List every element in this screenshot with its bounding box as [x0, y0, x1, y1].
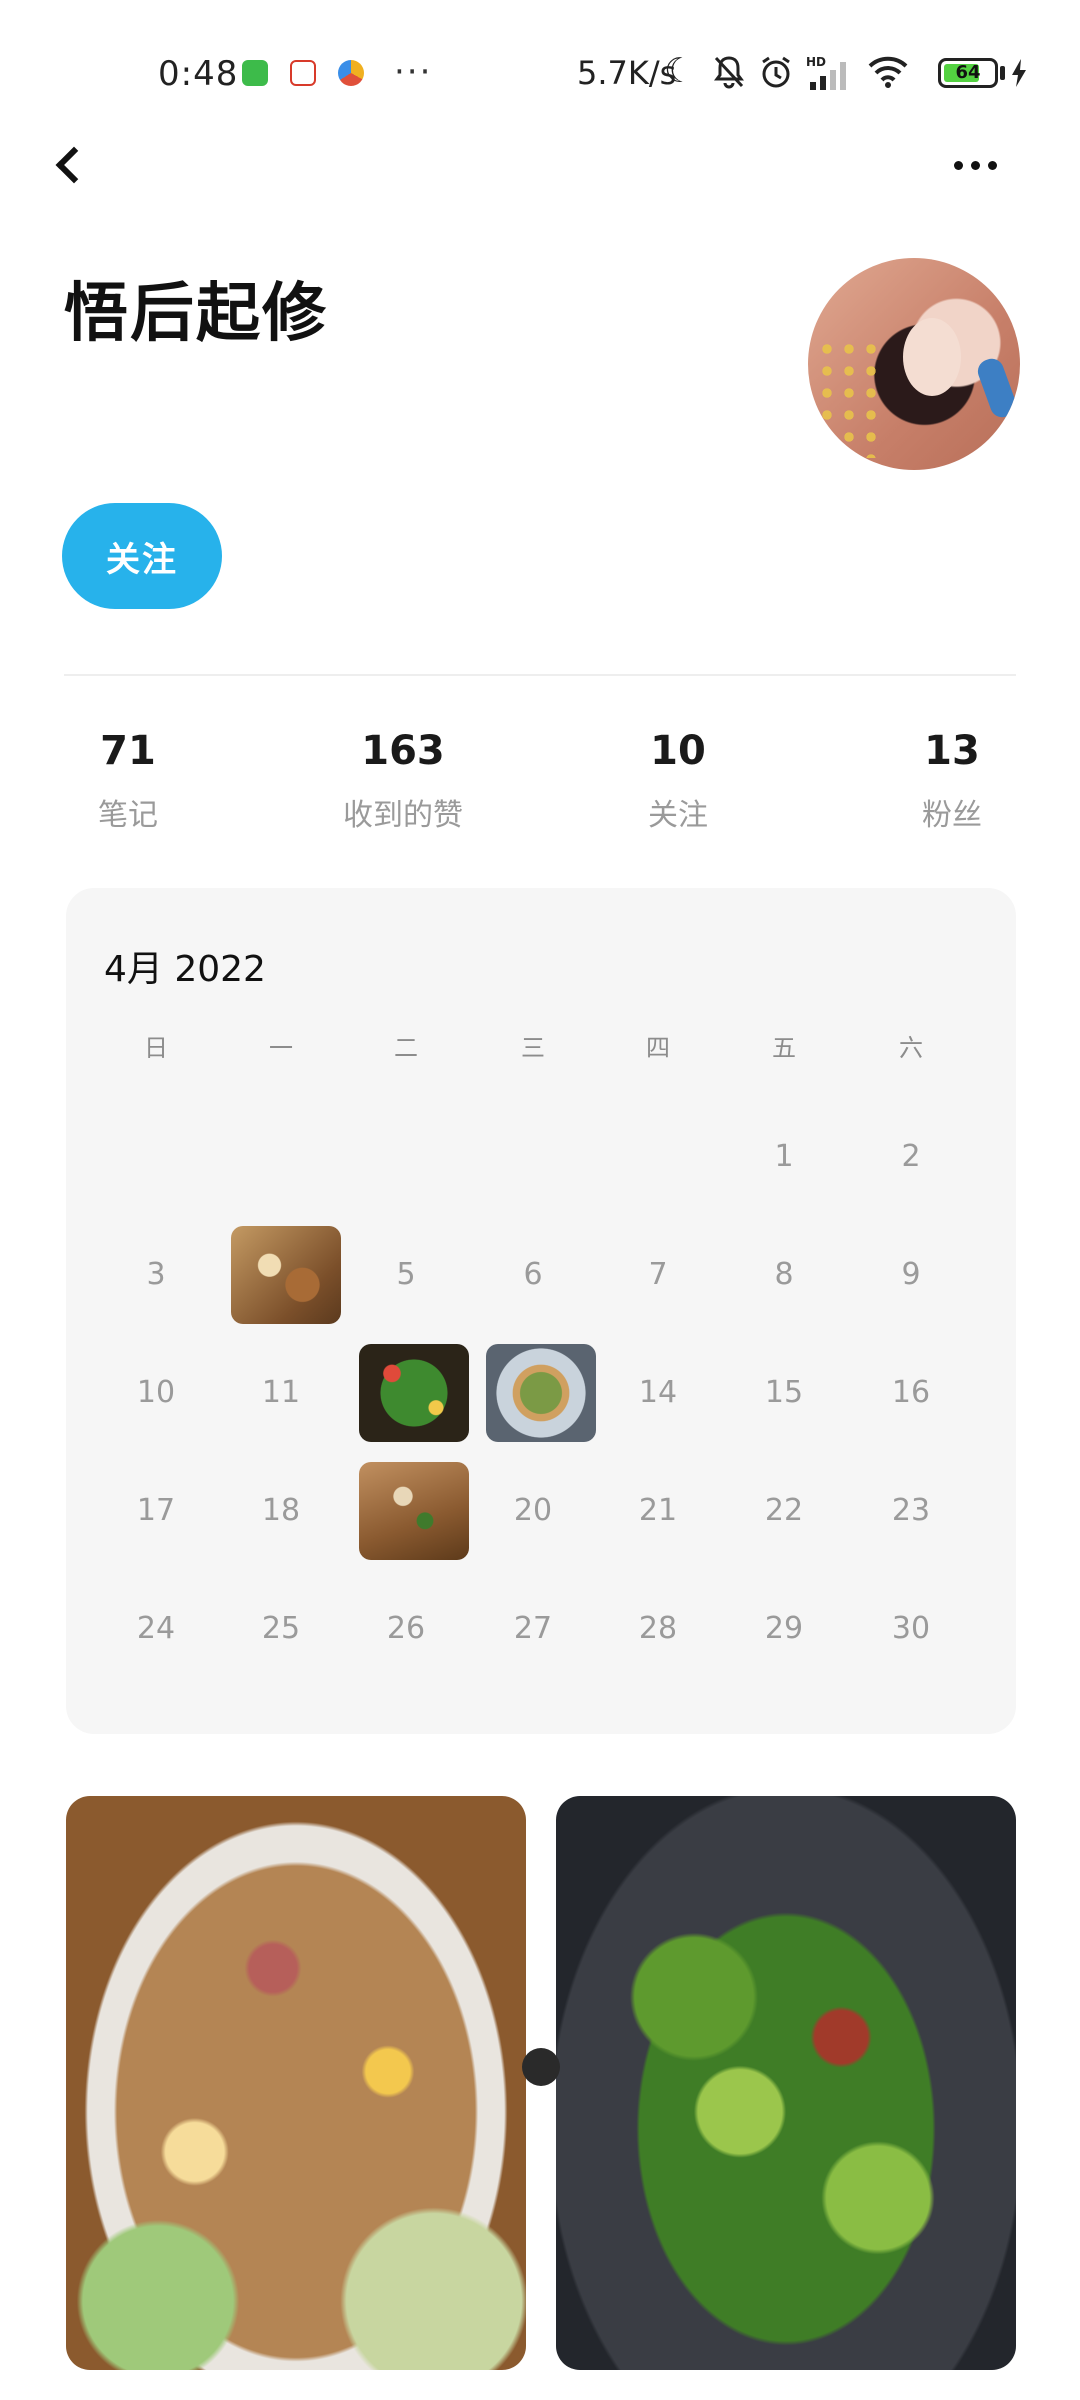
network-speed: 5.7K/s [577, 54, 677, 92]
calendar-day[interactable]: 24 [101, 1578, 211, 1678]
stat-following[interactable]: 10 关注 [578, 728, 778, 834]
calendar-day[interactable]: 16 [856, 1342, 966, 1442]
charging-icon [1010, 58, 1028, 94]
moon-icon: ☾ [664, 51, 695, 91]
stat-value: 13 [924, 728, 980, 774]
more-horizontal-icon [953, 160, 963, 170]
calendar-day[interactable]: 21 [603, 1460, 713, 1560]
battery-cap [1000, 66, 1005, 80]
calendar-day[interactable]: 20 [478, 1460, 588, 1560]
stat-label: 笔记 [98, 798, 158, 833]
stat-label: 关注 [648, 798, 708, 833]
stat-label: 粉丝 [922, 798, 982, 833]
calendar-day[interactable]: 25 [226, 1578, 336, 1678]
calendar-day[interactable]: 10 [101, 1342, 211, 1442]
stat-label: 收到的赞 [343, 798, 463, 833]
calendar-day[interactable]: 6 [478, 1224, 588, 1324]
bell-off-icon [712, 54, 746, 96]
profile-page: 0:48 ··· 5.7K/s ☾ HD 64 悟后起修 关注 71 笔记 16… [0, 0, 1080, 2400]
hd-label: HD [806, 55, 826, 69]
stat-followers[interactable]: 13 粉丝 [852, 728, 1052, 834]
more-notifications-icon: ··· [394, 52, 433, 92]
calendar-day[interactable]: 14 [603, 1342, 713, 1442]
calendar-day[interactable]: 27 [478, 1578, 588, 1678]
calendar-day[interactable]: 9 [856, 1224, 966, 1324]
calendar-day-photo[interactable] [359, 1344, 469, 1442]
calendar-weekday: 三 [521, 1034, 545, 1062]
calendar-day[interactable]: 8 [729, 1224, 839, 1324]
battery-level: 64 [955, 62, 981, 83]
stat-likes[interactable]: 163 收到的赞 [303, 728, 503, 834]
calendar-day[interactable]: 3 [101, 1224, 211, 1324]
calendar-day[interactable]: 29 [729, 1578, 839, 1678]
calendar-day-photo[interactable] [359, 1462, 469, 1560]
calendar-day[interactable]: 22 [729, 1460, 839, 1560]
calendar-title: 4月 2022 [104, 949, 266, 990]
calendar-day-photo[interactable] [486, 1344, 596, 1442]
calendar-day[interactable]: 17 [101, 1460, 211, 1560]
stat-notes[interactable]: 71 笔记 [28, 728, 228, 834]
stat-value: 71 [100, 728, 156, 774]
calendar-weekday: 日 [144, 1034, 168, 1062]
back-chevron-icon [55, 146, 93, 184]
back-button[interactable] [38, 130, 98, 200]
calendar-day[interactable]: 5 [351, 1224, 461, 1324]
stat-value: 163 [361, 728, 445, 774]
avatar[interactable] [808, 258, 1020, 470]
stat-value: 10 [650, 728, 706, 774]
calendar-weekday: 一 [269, 1034, 293, 1062]
profile-name: 悟后起修 [64, 277, 328, 351]
calendar-day[interactable]: 26 [351, 1578, 461, 1678]
follow-button[interactable]: 关注 [62, 503, 222, 609]
signal-icon: HD [804, 54, 856, 98]
battery-icon: 64 [938, 58, 998, 88]
calendar-day[interactable]: 2 [856, 1106, 966, 1206]
calendar-weekday: 二 [394, 1034, 418, 1062]
more-options-button[interactable] [940, 140, 1010, 190]
calendar-day[interactable]: 15 [729, 1342, 839, 1442]
calendar-day[interactable]: 28 [603, 1578, 713, 1678]
calendar-weekday: 四 [646, 1034, 670, 1062]
note-photo-card[interactable] [66, 1796, 526, 2370]
calendar-day[interactable]: 1 [729, 1106, 839, 1206]
calendar-day[interactable]: 23 [856, 1460, 966, 1560]
calendar-day[interactable]: 11 [226, 1342, 336, 1442]
wifi-icon [866, 54, 910, 96]
notification-app-icon [290, 60, 316, 86]
calendar-day[interactable]: 7 [603, 1224, 713, 1324]
profile-stats: 71 笔记 163 收到的赞 10 关注 13 粉丝 [0, 728, 1080, 848]
calendar-day-photo[interactable] [231, 1226, 341, 1324]
scroll-indicator [522, 2048, 560, 2086]
calendar-day[interactable]: 18 [226, 1460, 336, 1560]
alarm-icon [758, 54, 794, 96]
divider [64, 674, 1016, 676]
calendar-weekday: 六 [899, 1034, 923, 1062]
calendar: 4月 2022 日 一 二 三 四 五 六 1 2 3 5 6 7 8 9 10… [66, 888, 1016, 1734]
note-photo-card[interactable] [556, 1796, 1016, 2370]
notification-app-icon [338, 60, 364, 86]
calendar-weekday: 五 [772, 1034, 796, 1062]
notification-app-icon [242, 60, 268, 86]
status-time: 0:48 [158, 54, 239, 94]
status-bar: 0:48 ··· 5.7K/s ☾ HD 64 [0, 0, 1080, 150]
calendar-day[interactable]: 30 [856, 1578, 966, 1678]
